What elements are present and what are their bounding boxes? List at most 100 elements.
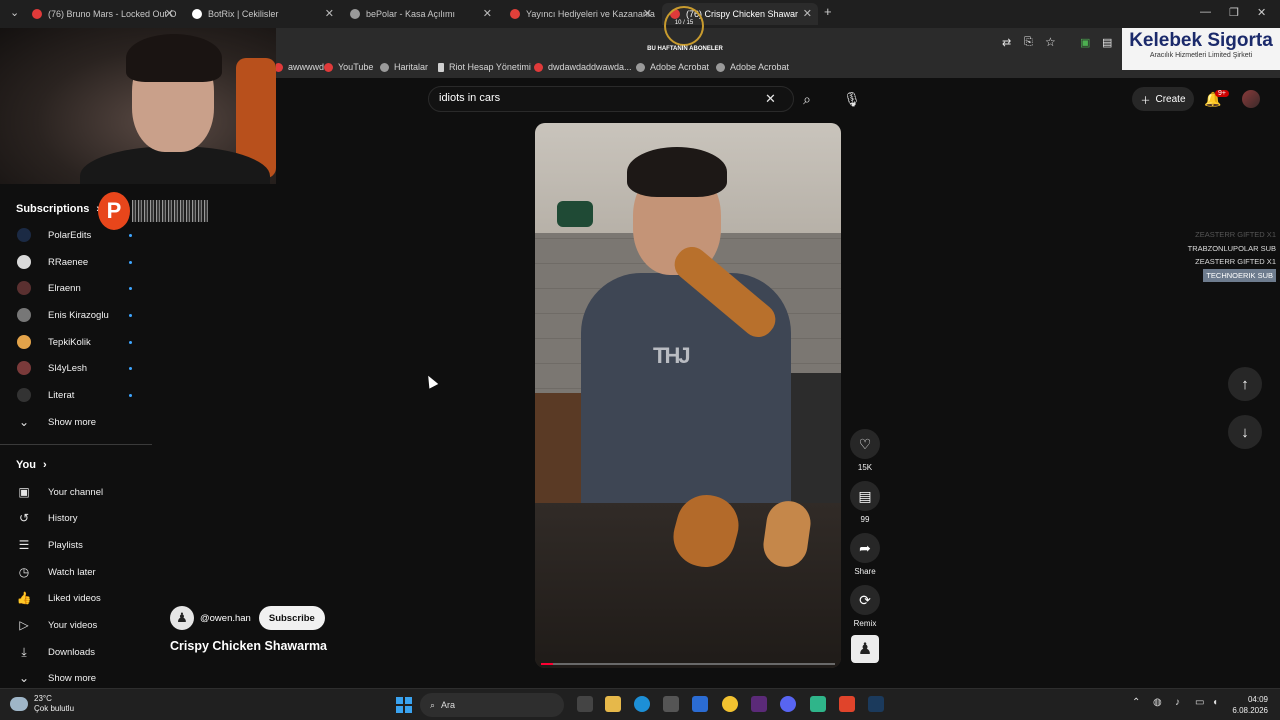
browser-tab[interactable]: (76) Bruno Mars - Locked Out O ✕ <box>24 3 180 25</box>
sidebar-item-rraenee[interactable]: RRaenee <box>0 250 152 274</box>
channel-avatar <box>17 335 31 349</box>
new-content-dot <box>129 393 132 397</box>
next-short-button[interactable]: ↓ <box>1228 415 1262 449</box>
clock-date: 6.08.2026 <box>1232 706 1268 715</box>
video-title[interactable]: Crispy Chicken Shawarma <box>170 639 327 653</box>
bookmark-item[interactable]: Adobe Acrobat <box>636 62 709 72</box>
weather-widget[interactable]: 23°C Çok bulutlu <box>10 694 74 714</box>
sidebar-item-polaredits[interactable]: PolarEdits <box>0 223 152 247</box>
youtube-icon <box>534 62 543 72</box>
close-icon[interactable]: ✕ <box>165 7 174 20</box>
create-button[interactable]: ＋ Create <box>1132 87 1194 111</box>
video-progress-fill <box>541 663 553 665</box>
comment-count: 99 <box>860 515 870 524</box>
taskbar-search-label: Ara <box>441 700 456 710</box>
close-icon[interactable]: ✕ <box>643 7 652 20</box>
microphone-icon[interactable]: 🎙 <box>840 88 864 110</box>
you-heading[interactable]: You › <box>16 459 47 471</box>
account-avatar[interactable] <box>1242 90 1260 108</box>
browser-tab[interactable]: BotRix | Cekilisler ✕ <box>184 3 340 25</box>
channel-handle[interactable]: @owen.han <box>200 613 251 624</box>
bookmark-item[interactable]: Haritalar <box>380 62 428 72</box>
video-progress-bar[interactable] <box>541 663 835 665</box>
chrome-icon[interactable] <box>722 696 738 712</box>
sidebar-item-history[interactable]: ↺ History <box>0 506 152 530</box>
bookmark-item[interactable]: awwwwd <box>274 62 324 72</box>
share-button[interactable]: ➦ Share <box>850 533 880 576</box>
store-icon[interactable] <box>663 696 679 712</box>
search-input[interactable] <box>439 92 759 104</box>
user-square-icon: ▣ <box>18 485 30 499</box>
minimize-icon[interactable]: — <box>1200 6 1211 18</box>
volume-icon[interactable]: ◖ <box>1212 697 1218 708</box>
sidebar-item-sl4ylesh[interactable]: Sl4yLesh <box>0 356 152 380</box>
remix-button[interactable]: ⟳ Remix <box>850 585 880 628</box>
system-clock[interactable]: 04:09 6.08.2026 <box>1228 694 1268 716</box>
history-icon: ↺ <box>18 511 30 525</box>
close-icon[interactable]: ✕ <box>483 7 492 20</box>
sidebar-item-elraenn[interactable]: Elraenn <box>0 276 152 300</box>
like-button[interactable]: ♡ 15K <box>850 429 880 472</box>
brave-icon[interactable] <box>839 696 855 712</box>
previous-short-button[interactable]: ↑ <box>1228 367 1262 401</box>
sidebar-item-liked-videos[interactable]: 👍 Liked videos <box>0 586 152 610</box>
browser-tab[interactable]: bePolar - Kasa Açılımı ✕ <box>342 3 498 25</box>
sound-thumbnail[interactable]: ♟ <box>851 635 879 663</box>
streamer-webcam <box>0 28 276 184</box>
sidebar-item-enis-kirazoglu[interactable]: Enis Kirazoglu <box>0 303 152 327</box>
channel-name: Sl4yLesh <box>48 362 88 374</box>
subscriptions-heading[interactable]: Subscriptions › <box>16 203 100 215</box>
tab-title: (76) Crispy Chicken Shawar <box>686 9 799 19</box>
subscribe-button[interactable]: Subscribe <box>258 606 325 630</box>
extensions-puzzle-icon[interactable]: ▤ <box>1102 36 1112 49</box>
bookmark-item[interactable]: YouTube <box>324 62 373 72</box>
cast-icon[interactable]: ⎘ <box>1024 36 1033 49</box>
close-icon[interactable]: ✕ <box>803 7 812 20</box>
chevron-up-icon[interactable]: ⌃ <box>1132 697 1140 708</box>
sidebar-item-playlists[interactable]: ☰ Playlists <box>0 533 152 557</box>
channel-avatar[interactable]: ♟ <box>170 606 194 630</box>
bookmark-item[interactable]: Adobe Acrobat <box>716 62 789 72</box>
shorts-video-player[interactable]: THJ <box>535 123 841 668</box>
bookmark-star-icon[interactable]: ☆ <box>1045 35 1056 49</box>
tray-app-icon[interactable]: ◍ <box>1153 697 1162 708</box>
microphone-icon[interactable]: ♪ <box>1175 697 1180 708</box>
sidebar-item-literat[interactable]: Literat <box>0 383 152 407</box>
comments-button[interactable]: ▤ 99 <box>850 481 880 524</box>
windows-start-icon[interactable] <box>396 697 412 713</box>
restore-icon[interactable]: ❐ <box>1229 6 1239 19</box>
discord-icon[interactable] <box>780 696 796 712</box>
extension-icon[interactable]: ▣ <box>1080 36 1090 49</box>
sidebar-item-downloads[interactable]: ⤓ Downloads <box>0 640 152 664</box>
sidebar-item-your-videos[interactable]: ▷ Your videos <box>0 613 152 637</box>
subscriptions-label: Subscriptions <box>16 203 90 215</box>
sidebar-item-watch-later[interactable]: ◷ Watch later <box>0 560 152 584</box>
file-explorer-icon[interactable] <box>605 696 621 712</box>
new-content-dot <box>129 286 132 290</box>
show-more-you[interactable]: ⌄ Show more <box>0 666 152 690</box>
app-icon[interactable] <box>810 696 826 712</box>
visual-studio-icon[interactable] <box>751 696 767 712</box>
taskbar-search[interactable]: ⌕ Ara <box>420 693 564 717</box>
translate-icon[interactable]: ⇄ <box>1002 36 1011 49</box>
browser-tab[interactable]: Yayıncı Hediyeleri ve Kazananla ✕ <box>502 3 658 25</box>
search-icon[interactable]: ⌕ <box>796 89 818 109</box>
sidebar-item-your-channel[interactable]: ▣ Your channel <box>0 480 152 504</box>
bookmark-item[interactable]: Riot Hesap Yönetimi <box>438 62 531 72</box>
shirt-logo: THJ <box>653 343 691 368</box>
task-view-icon[interactable] <box>577 696 593 712</box>
tab-search-icon[interactable]: ⌄ <box>10 6 19 19</box>
sidebar-item-tepkikolik[interactable]: TepkiKolik <box>0 330 152 354</box>
clear-search-icon[interactable]: ✕ <box>765 91 776 107</box>
steam-icon[interactable] <box>868 696 884 712</box>
new-tab-button[interactable]: + <box>824 4 832 19</box>
show-more-subscriptions[interactable]: ⌄ Show more <box>0 410 152 434</box>
static-noise-overlay <box>132 200 208 222</box>
edge-icon[interactable] <box>634 696 650 712</box>
bookmark-item[interactable]: dwdawdaddwawda... <box>534 62 632 72</box>
share-icon: ➦ <box>850 533 880 563</box>
mail-icon[interactable] <box>692 696 708 712</box>
close-icon[interactable]: ✕ <box>325 7 334 20</box>
monitor-icon[interactable]: ▭ <box>1195 697 1204 708</box>
close-window-icon[interactable]: ✕ <box>1257 6 1266 19</box>
